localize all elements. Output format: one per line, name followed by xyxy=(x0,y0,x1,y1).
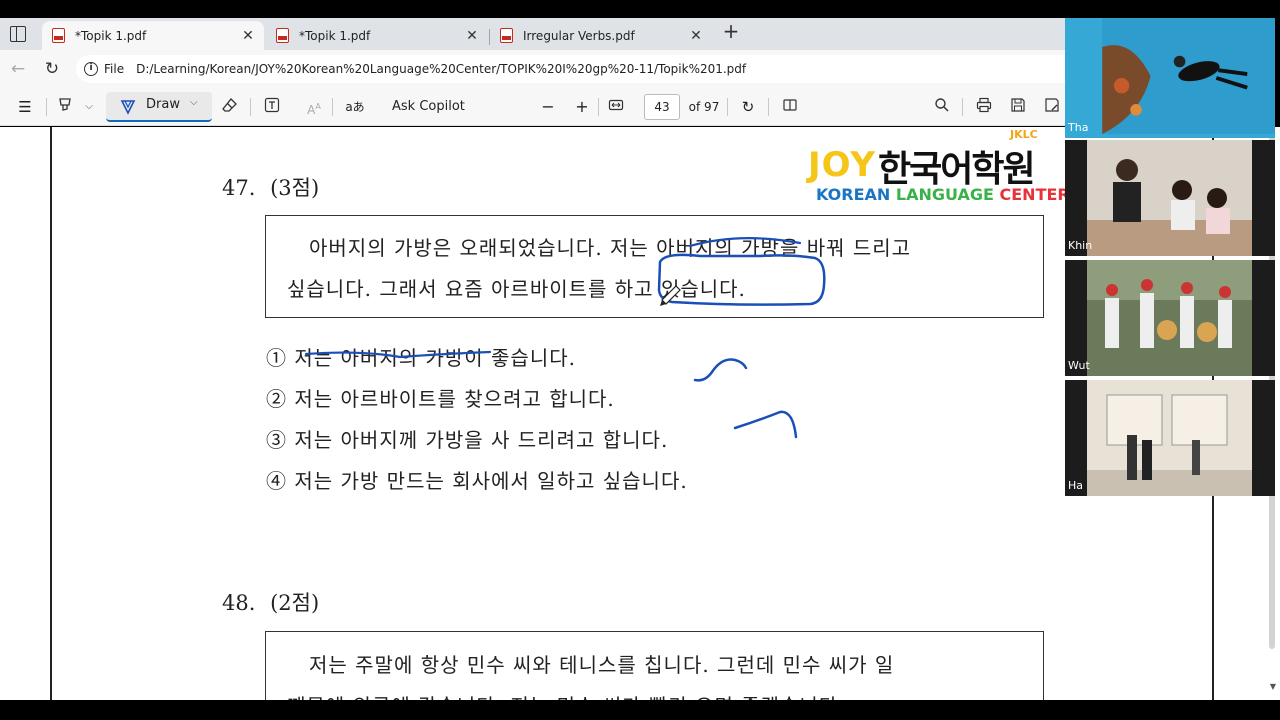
text-format-icon[interactable]: AA xyxy=(304,97,324,117)
participant-name: Wut xyxy=(1068,359,1090,372)
search-icon[interactable] xyxy=(932,97,952,117)
option-3: ③ 저는 아버지께 가방을 사 드리려고 합니다. xyxy=(266,428,669,452)
tab-topik1[interactable]: *Topik 1.pdf ✕ xyxy=(266,21,488,50)
print-icon[interactable] xyxy=(974,97,994,117)
participant-video-2[interactable]: Khin xyxy=(1065,140,1275,256)
gallery-scene xyxy=(1087,380,1252,496)
close-icon[interactable]: ✕ xyxy=(686,28,706,44)
participant-video-4[interactable]: Ha xyxy=(1065,380,1275,496)
tab-topik1-active[interactable]: *Topik 1.pdf ✕ xyxy=(42,21,264,50)
highlighter-icon[interactable] xyxy=(54,97,76,117)
tab-label: Irregular Verbs.pdf xyxy=(523,28,635,43)
bottom-black-bar xyxy=(0,700,1280,720)
toolbar-divider xyxy=(250,98,251,116)
logo-subtitle-korean: KOREAN xyxy=(816,185,896,204)
participant-video-3[interactable]: Wut xyxy=(1065,260,1275,376)
ask-copilot-button[interactable]: Ask Copilot xyxy=(392,97,472,117)
question-47-passage-box xyxy=(265,215,1044,318)
cafe-scene xyxy=(1087,140,1252,256)
zoom-out-button[interactable]: − xyxy=(538,97,558,117)
page-total: of 97 xyxy=(688,100,720,114)
back-arrow-icon[interactable]: ← xyxy=(8,59,28,79)
logo-subtitle-center: CENTER xyxy=(999,185,1070,204)
url-scheme-label: File xyxy=(104,62,125,76)
option-1: ① 저는 아버지의 가방이 좋습니다. xyxy=(266,346,576,370)
participant-video-1[interactable]: Tha xyxy=(1065,18,1275,138)
participant-name: Tha xyxy=(1068,121,1089,134)
tab-strip: *Topik 1.pdf ✕ *Topik 1.pdf ✕ Irregular … xyxy=(0,18,1065,50)
logo-subtitle: KOREAN LANGUAGE CENTER xyxy=(816,185,1070,204)
new-tab-button[interactable]: + xyxy=(720,21,742,43)
pdf-file-icon xyxy=(276,28,289,43)
pdf-toolbar: ☰ ⌵ Draw ⌵ AA aあ Ask Copilot − + 43 of 9… xyxy=(0,88,1065,126)
dancers-scene xyxy=(1087,260,1252,376)
logo-joy: JOY xyxy=(808,145,876,185)
zoom-in-button[interactable]: + xyxy=(572,97,592,117)
toolbar-divider xyxy=(768,98,769,116)
translate-icon[interactable]: aあ xyxy=(344,97,366,117)
contents-list-icon[interactable]: ☰ xyxy=(14,97,36,117)
url-text[interactable]: D:/Learning/Korean/JOY%20Korean%20Langua… xyxy=(136,62,746,76)
chevron-down-icon[interactable]: ⌵ xyxy=(82,97,96,117)
pdf-file-icon xyxy=(500,28,513,43)
window-layout-icon[interactable] xyxy=(10,26,26,42)
question-number: 47. xyxy=(222,176,256,200)
option-4: ④ 저는 가방 만드는 회사에서 일하고 싶습니다. xyxy=(266,469,688,493)
info-icon[interactable]: i xyxy=(84,62,98,76)
page-number-input[interactable]: 43 xyxy=(644,94,680,120)
save-as-icon[interactable] xyxy=(1042,97,1062,117)
save-icon[interactable] xyxy=(1008,97,1028,117)
pen-icon xyxy=(120,100,136,115)
participant-name: Khin xyxy=(1068,239,1093,252)
question-47-number: 47. (3점) xyxy=(222,172,319,202)
toolbar-divider xyxy=(332,98,333,116)
scroll-down-arrow[interactable]: ▼ xyxy=(1266,682,1280,696)
toolbar-divider xyxy=(962,98,963,116)
url-field[interactable]: i File D:/Learning/Korean/JOY%20Korean%2… xyxy=(76,55,1066,83)
question-points: (2점) xyxy=(270,591,320,615)
rotate-icon[interactable]: ↻ xyxy=(738,97,758,117)
tab-label: *Topik 1.pdf xyxy=(299,28,371,43)
question-points: (3점) xyxy=(270,176,320,200)
toolbar-divider xyxy=(598,98,599,116)
question-48-number: 48. (2점) xyxy=(222,587,319,617)
top-black-bar xyxy=(0,0,1280,18)
toolbar-divider xyxy=(727,98,728,116)
draw-label: Draw xyxy=(146,97,180,112)
question-number: 48. xyxy=(222,591,256,615)
chevron-down-icon[interactable]: ⌵ xyxy=(190,97,198,108)
toolbar-divider xyxy=(46,98,47,116)
page-view-icon[interactable] xyxy=(780,97,800,117)
passage-line: 아버지의 가방은 오래되었습니다. 저는 아버지의 가방을 바꿔 드리고 xyxy=(309,236,912,260)
fit-width-icon[interactable] xyxy=(606,97,626,117)
option-2: ② 저는 아르바이트를 찾으려고 합니다. xyxy=(266,387,615,411)
close-icon[interactable]: ✕ xyxy=(238,28,258,44)
tab-label: *Topik 1.pdf xyxy=(75,28,147,43)
pdf-file-icon xyxy=(52,28,65,43)
close-icon[interactable]: ✕ xyxy=(462,28,482,44)
logo-subtitle-language: LANGUAGE xyxy=(895,185,1000,204)
diver-scene xyxy=(1102,18,1275,134)
address-bar: ← ↻ i File D:/Learning/Korean/JOY%20Kore… xyxy=(0,50,1066,88)
draw-button[interactable]: Draw ⌵ xyxy=(106,92,212,122)
refresh-icon[interactable]: ↻ xyxy=(42,59,62,79)
page-border-left xyxy=(50,127,52,700)
eraser-icon[interactable] xyxy=(220,97,240,117)
passage-line: 싶습니다. 그래서 요즘 아르바이트를 하고 있습니다. xyxy=(287,277,746,301)
participant-name: Ha xyxy=(1068,479,1084,492)
passage-line: 저는 주말에 항상 민수 씨와 테니스를 칩니다. 그런데 민수 씨가 일 xyxy=(309,653,895,677)
text-box-icon[interactable] xyxy=(262,97,282,117)
tab-irregular-verbs[interactable]: Irregular Verbs.pdf ✕ xyxy=(490,21,712,50)
